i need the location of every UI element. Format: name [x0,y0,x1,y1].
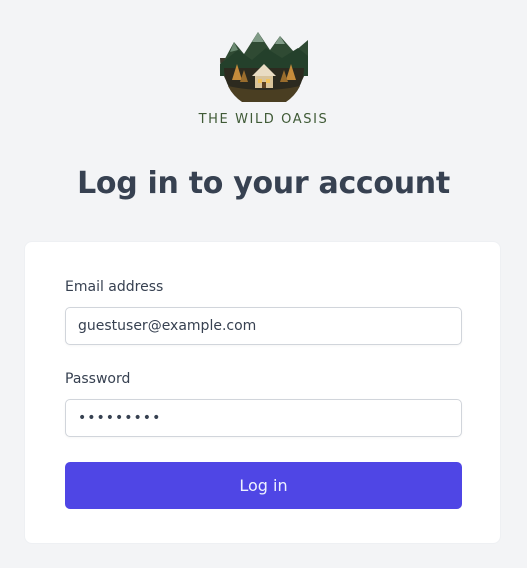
login-form: Email address Password Log in [24,241,501,544]
email-label: Email address [65,279,164,295]
password-field[interactable] [65,399,462,437]
mountain-cabin-logo [219,32,308,102]
password-label: Password [65,371,131,387]
login-button[interactable]: Log in [65,462,462,509]
page-title: Log in to your account [77,166,450,201]
email-field[interactable] [65,307,462,345]
brand-header: THE WILD OASIS [0,28,527,127]
brand-name: THE WILD OASIS [198,112,329,127]
